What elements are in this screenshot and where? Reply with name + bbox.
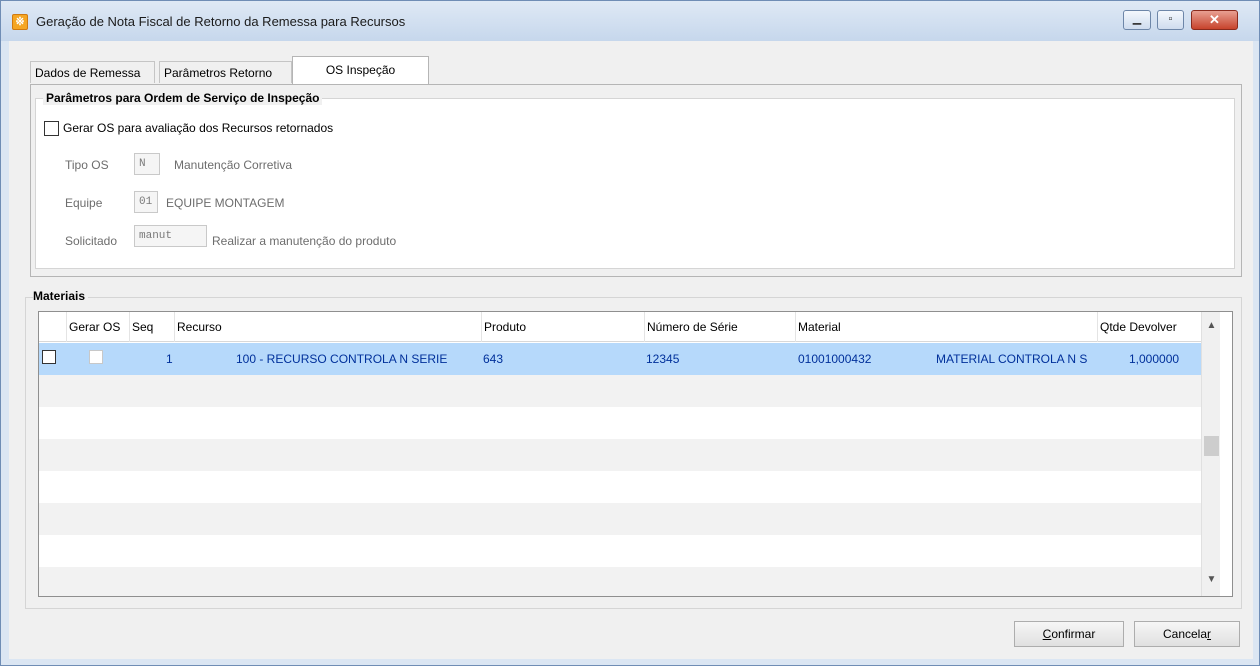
header-material[interactable]: Material bbox=[795, 312, 1097, 342]
table-row-empty bbox=[39, 567, 1201, 596]
equipe-label: Equipe bbox=[65, 196, 103, 210]
cell-produto: 643 bbox=[483, 352, 504, 366]
table-row-empty bbox=[39, 439, 1201, 471]
tab-panel bbox=[30, 84, 1242, 277]
confirm-button[interactable]: Confirmar bbox=[1014, 621, 1124, 647]
solicitado-label: Solicitado bbox=[65, 234, 118, 248]
client-area: Dados de Remessa Parâmetros Retorno OS I… bbox=[9, 41, 1253, 659]
cancel-button[interactable]: Cancelar bbox=[1134, 621, 1240, 647]
tab-os-inspecao[interactable]: OS Inspeção bbox=[292, 56, 429, 84]
app-icon: ※ bbox=[12, 14, 28, 30]
cell-qtde-devolver: 1,000000 bbox=[1129, 352, 1180, 366]
header-qtde-devolver[interactable]: Qtde Devolver bbox=[1097, 312, 1201, 342]
header-produto[interactable]: Produto bbox=[481, 312, 644, 342]
close-icon: ✕ bbox=[1209, 12, 1220, 27]
header-recurso[interactable]: Recurso bbox=[174, 312, 481, 342]
table-row-empty bbox=[39, 535, 1201, 567]
confirm-label-rest: onfirmar bbox=[1051, 627, 1096, 641]
materials-group-title: Materiais bbox=[33, 289, 89, 303]
cancel-label-prefix: Cancela bbox=[1162, 627, 1208, 641]
equipe-description: EQUIPE MONTAGEM bbox=[166, 196, 285, 210]
table-row-empty bbox=[39, 375, 1201, 407]
cell-recurso: 100 - RECURSO CONTROLA N SERIE bbox=[236, 352, 448, 366]
title-bar[interactable]: ※ Geração de Nota Fiscal de Retorno da R… bbox=[1, 1, 1259, 41]
close-button[interactable]: ✕ bbox=[1191, 10, 1238, 30]
header-seq[interactable]: Seq bbox=[129, 312, 174, 342]
tab-dados-remessa[interactable]: Dados de Remessa bbox=[30, 61, 155, 83]
grid-header: Gerar OS Seq Recurso Produto Número de S… bbox=[39, 312, 1203, 342]
tipo-os-description: Manutenção Corretiva bbox=[174, 158, 293, 172]
maximize-button[interactable]: ▫ bbox=[1157, 10, 1184, 30]
generate-os-checkbox[interactable] bbox=[44, 121, 59, 136]
table-row[interactable]: 1 100 - RECURSO CONTROLA N SERIE 643 123… bbox=[39, 343, 1201, 375]
cell-seq: 1 bbox=[166, 352, 173, 366]
cancel-hotkey: r bbox=[1207, 627, 1212, 641]
row-select-checkbox[interactable] bbox=[42, 350, 56, 364]
generate-os-label[interactable]: Gerar OS para avaliação dos Recursos ret… bbox=[63, 121, 333, 135]
dialog-window: ※ Geração de Nota Fiscal de Retorno da R… bbox=[0, 0, 1260, 666]
scroll-up-icon[interactable]: ▲ bbox=[1202, 320, 1221, 331]
equipe-field[interactable]: 01 bbox=[134, 191, 158, 213]
scroll-down-icon[interactable]: ▼ bbox=[1202, 574, 1221, 585]
table-row-empty bbox=[39, 407, 1201, 439]
solicitado-field[interactable]: manut bbox=[134, 225, 207, 247]
header-numero-serie[interactable]: Número de Série bbox=[644, 312, 795, 342]
row-gerar-os-checkbox[interactable] bbox=[89, 350, 103, 364]
tipo-os-label: Tipo OS bbox=[65, 158, 109, 172]
grid-vertical-scrollbar[interactable]: ▲ ▼ bbox=[1201, 312, 1220, 596]
header-selector bbox=[39, 312, 66, 342]
scroll-thumb[interactable] bbox=[1204, 436, 1219, 456]
minimize-icon: ▁ bbox=[1132, 13, 1142, 25]
minimize-button[interactable]: ▁ bbox=[1123, 10, 1151, 30]
table-row-empty bbox=[39, 503, 1201, 535]
solicitado-description: Realizar a manutenção do produto bbox=[212, 234, 397, 248]
cell-material-desc: MATERIAL CONTROLA N S bbox=[936, 352, 1088, 366]
header-gerar-os[interactable]: Gerar OS bbox=[66, 312, 129, 342]
maximize-icon: ▫ bbox=[1168, 13, 1173, 25]
cell-material-code: 01001000432 bbox=[798, 352, 872, 366]
tipo-os-field[interactable]: N bbox=[134, 153, 160, 175]
table-row-empty bbox=[39, 471, 1201, 503]
cell-numero-serie: 12345 bbox=[646, 352, 680, 366]
inspection-group-title: Parâmetros para Ordem de Serviço de Insp… bbox=[43, 91, 323, 105]
materials-grid[interactable]: Gerar OS Seq Recurso Produto Número de S… bbox=[38, 311, 1233, 597]
tab-parametros-retorno[interactable]: Parâmetros Retorno bbox=[159, 61, 292, 83]
window-title: Geração de Nota Fiscal de Retorno da Rem… bbox=[36, 14, 406, 29]
